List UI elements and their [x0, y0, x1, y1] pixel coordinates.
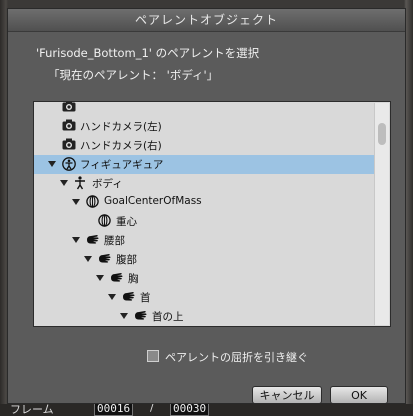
tree-item-label: フィギュアギュア: [80, 159, 164, 171]
expand-toggle-icon[interactable]: [72, 199, 80, 205]
inherit-bends-label: ペアレントの屈折を引き継ぐ: [165, 351, 308, 364]
inherit-bends-checkbox[interactable]: [147, 350, 159, 362]
tree-item[interactable]: 頭: [34, 326, 374, 327]
expand-toggle-icon[interactable]: [60, 180, 68, 186]
camera-icon: [62, 119, 76, 134]
tree-item[interactable]: 首の上: [34, 307, 374, 326]
camera-icon: [62, 102, 76, 115]
current-parent-text: 「現在のペアレント： 'ボディ'」: [48, 68, 219, 82]
expand-toggle-icon[interactable]: [84, 256, 92, 262]
expand-toggle-icon[interactable]: [72, 237, 80, 243]
tree-item[interactable]: ハンドカメラ(左): [34, 117, 374, 136]
expand-toggle-icon[interactable]: [120, 313, 128, 319]
camera-icon: [62, 138, 76, 153]
tree-item[interactable]: ハンドカメラ(右): [34, 136, 374, 155]
tree-item[interactable]: GoalCenterOfMass: [34, 193, 374, 212]
expand-toggle-icon[interactable]: [96, 275, 104, 281]
tree-item-label: 腹部: [116, 254, 137, 266]
current-frame-field[interactable]: 00016: [94, 404, 134, 416]
parent-tree[interactable]: フェイスカメラ頭首の上首胸腹部腰部重心GoalCenterOfMassボディフィ…: [33, 101, 391, 327]
cancel-button[interactable]: キャンセル: [252, 386, 322, 404]
frame-label: フレーム: [10, 404, 54, 416]
tree-item[interactable]: 首: [34, 288, 374, 307]
expand-toggle-icon[interactable]: [108, 294, 116, 300]
tree-item[interactable]: 重心: [34, 212, 374, 231]
hand-icon: [134, 309, 147, 324]
dialog-title: ペアレントオブジェクト: [8, 9, 405, 32]
center-of-mass-icon: [86, 195, 99, 211]
tree-item-label: 首の上: [152, 311, 184, 323]
inherit-bends-option[interactable]: ペアレントの屈折を引き継ぐ: [147, 349, 308, 365]
figure-icon: [62, 157, 76, 174]
tree-item-label: 重心: [116, 216, 137, 228]
center-of-mass-icon: [98, 214, 111, 230]
tree-item-label: ボディ: [92, 178, 123, 190]
tree-item-label: 胸: [128, 273, 139, 285]
frame-separator: /: [150, 404, 154, 414]
ok-button[interactable]: OK: [330, 386, 388, 404]
parent-object-dialog: ペアレントオブジェクト 'Furisode_Bottom_1' のペアレントを選…: [7, 8, 406, 404]
tree-item-label: 首: [140, 292, 151, 304]
hand-icon: [98, 252, 111, 267]
tree-scrollbar[interactable]: [374, 103, 389, 325]
hand-icon: [110, 271, 123, 286]
hand-icon: [86, 233, 99, 248]
total-frames-field[interactable]: 00030: [170, 404, 210, 416]
prompt-text: 'Furisode_Bottom_1' のペアレントを選択: [36, 46, 260, 60]
scrollbar-thumb[interactable]: [378, 123, 386, 145]
tree-item-label: ハンドカメラ(右): [80, 140, 162, 152]
body-icon: [74, 176, 86, 193]
tree-item[interactable]: 腹部: [34, 250, 374, 269]
timeline-bar: フレーム 00016 / 00030: [0, 404, 413, 416]
hand-icon: [122, 290, 135, 305]
tree-item-label: 腰部: [104, 235, 125, 247]
tree-item[interactable]: 胸: [34, 269, 374, 288]
tree-item-label: GoalCenterOfMass: [104, 195, 202, 207]
tree-item[interactable]: ボディ: [34, 174, 374, 193]
expand-toggle-icon[interactable]: [48, 161, 56, 167]
tree-item[interactable]: フィギュアギュア: [34, 155, 374, 174]
tree-item[interactable]: 腰部: [34, 231, 374, 250]
tree-item[interactable]: [34, 102, 374, 117]
tree-item-label: ハンドカメラ(左): [80, 121, 162, 133]
